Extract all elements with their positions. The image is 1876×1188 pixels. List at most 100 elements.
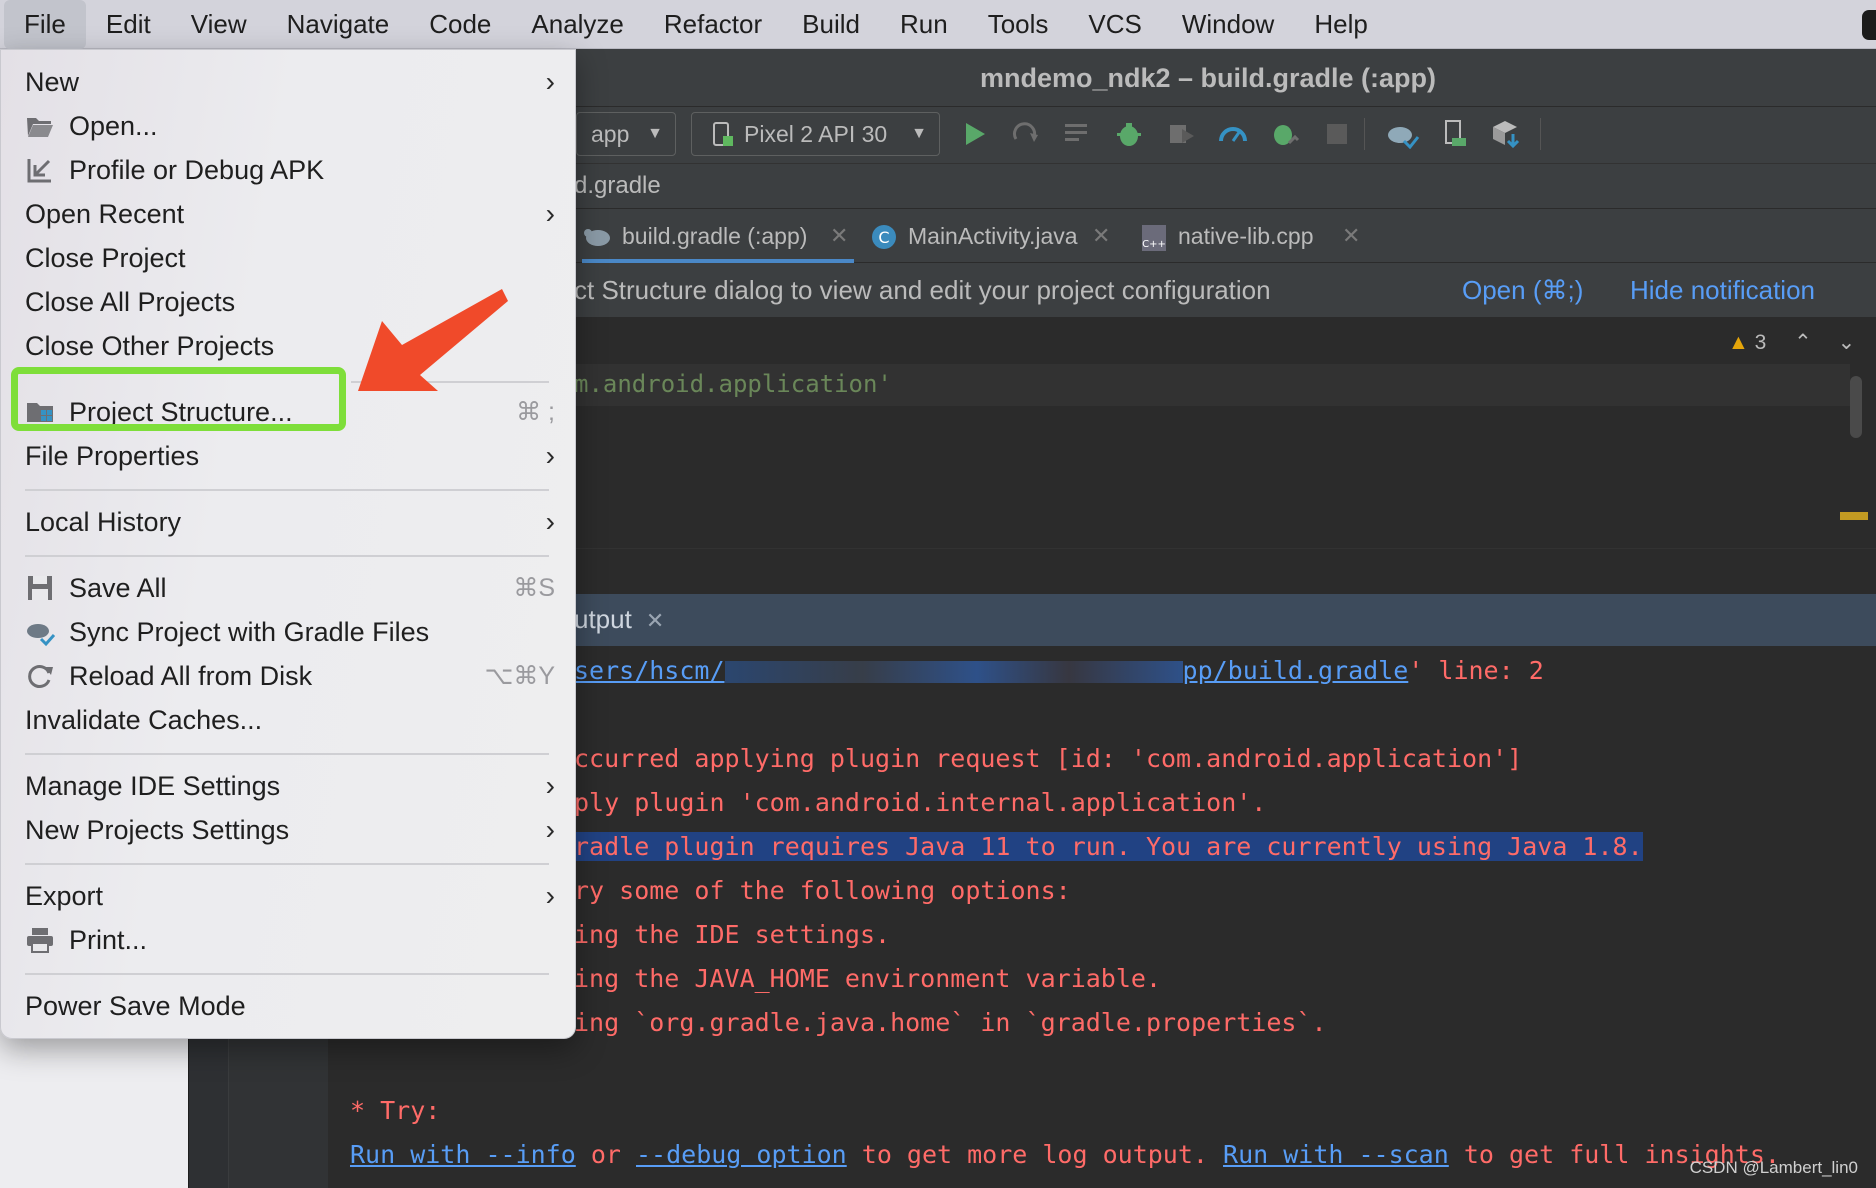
console-line: * Try: <box>350 1096 441 1125</box>
window-title: mndemo_ndk2 – build.gradle (:app) <box>979 63 1437 93</box>
chevron-down-icon: ▼ <box>647 125 663 142</box>
sync-gradle-icon[interactable] <box>1386 117 1420 151</box>
menu-item-close-project[interactable]: Close Project <box>25 238 555 278</box>
menu-item-sync-gradle[interactable]: Sync Project with Gradle Files <box>25 612 555 652</box>
console-line-selected: radle plugin requires Java 11 to run. Yo… <box>574 832 1643 861</box>
device-combo[interactable]: Pixel 2 API 30 ▼ <box>691 112 940 156</box>
annotation-arrow <box>358 289 508 391</box>
apply-code-changes-icon[interactable] <box>1060 117 1094 151</box>
console-text: or <box>575 1140 636 1169</box>
menu-item-print[interactable]: Print... <box>25 920 555 960</box>
breadcrumb[interactable]: d.gradle <box>574 172 661 200</box>
menu-item-profile-debug-apk[interactable]: Profile or Debug APK <box>25 150 555 190</box>
close-icon[interactable]: ✕ <box>646 608 664 633</box>
menu-item-invalidate-caches[interactable]: Invalidate Caches... <box>25 700 555 740</box>
file-menu-dropdown: New › Open... Profile or Debug APK Open … <box>0 49 576 1039</box>
menu-item-label: New <box>25 67 80 97</box>
shortcut-label: ⌘ ; <box>516 398 555 426</box>
save-icon <box>28 576 52 600</box>
menu-separator <box>25 489 549 491</box>
sdk-manager-icon[interactable] <box>1490 117 1524 151</box>
close-icon[interactable]: ✕ <box>830 209 848 263</box>
file-link[interactable]: pp/build.gradle <box>1183 656 1409 685</box>
console-line: ccurred applying plugin request [id: 'co… <box>574 744 1523 773</box>
menu-refactor[interactable]: Refactor <box>644 0 782 49</box>
warning-stripe-marker[interactable] <box>1840 512 1868 520</box>
warning-count: 3 <box>1754 331 1767 354</box>
profiler-gauge-icon[interactable] <box>1216 117 1250 151</box>
avd-manager-icon[interactable] <box>1438 117 1472 151</box>
chevron-down-icon[interactable]: ⌄ <box>1838 331 1856 354</box>
menu-item-label: File Properties <box>25 441 200 471</box>
menu-item-label: Open... <box>69 111 158 141</box>
code-line[interactable]: m.android.application' <box>574 370 892 398</box>
macos-menu-bar: File Edit View Navigate Code Analyze Ref… <box>0 0 1876 49</box>
menu-vcs[interactable]: VCS <box>1068 0 1161 49</box>
run-with-scan-link[interactable]: Run with --scan <box>1223 1140 1449 1169</box>
menu-item-file-properties[interactable]: File Properties › <box>25 436 555 476</box>
profile-icon[interactable] <box>1164 117 1198 151</box>
code-editor[interactable] <box>540 318 1876 548</box>
menu-item-manage-ide-settings[interactable]: Manage IDE Settings › <box>25 766 555 806</box>
run-config-combo[interactable]: app ▼ <box>576 112 676 156</box>
run-with-info-link[interactable]: Run with --info <box>350 1140 576 1169</box>
close-icon[interactable]: ✕ <box>1342 209 1360 263</box>
console-line: sers/hscm/pp/build.gradle' line: 2 <box>574 656 1544 685</box>
inspection-widget[interactable]: ▲ 3 ⌃ ⌄ <box>1728 330 1855 355</box>
console-line: ing `org.gradle.java.home` in `gradle.pr… <box>574 1008 1327 1037</box>
status-icon[interactable] <box>1862 10 1876 40</box>
menu-item-open[interactable]: Open... <box>25 106 555 146</box>
editor-scrollbar[interactable] <box>1850 376 1862 438</box>
console-line: ing the JAVA_HOME environment variable. <box>574 964 1161 993</box>
menu-separator <box>25 863 549 865</box>
menu-build[interactable]: Build <box>782 0 880 49</box>
reload-icon <box>28 665 53 688</box>
menu-run[interactable]: Run <box>880 0 968 49</box>
menu-item-reload-disk[interactable]: Reload All from Disk ⌥⌘Y <box>25 656 555 696</box>
build-output-title: utput <box>574 604 632 634</box>
menu-item-open-recent[interactable]: Open Recent › <box>25 194 555 234</box>
chevron-right-icon: › <box>545 770 555 801</box>
stop-icon[interactable] <box>1320 117 1354 151</box>
menu-item-power-save-mode[interactable]: Power Save Mode <box>25 986 555 1026</box>
navigation-bar <box>540 164 1876 209</box>
tab-build-gradle[interactable]: build.gradle (:app) ✕ <box>582 209 854 263</box>
menu-item-local-history[interactable]: Local History › <box>25 502 555 542</box>
svg-text:C: C <box>878 228 889 247</box>
menu-help[interactable]: Help <box>1294 0 1387 49</box>
debug-icon[interactable] <box>1112 117 1146 151</box>
printer-icon <box>27 928 53 953</box>
chevron-right-icon: › <box>545 198 555 229</box>
menu-item-save-all[interactable]: Save All ⌘S <box>25 568 555 608</box>
menu-window[interactable]: Window <box>1162 0 1294 49</box>
menu-analyze[interactable]: Analyze <box>511 0 644 49</box>
tab-native-lib[interactable]: C++ native-lib.cpp ✕ <box>1140 209 1360 263</box>
warning-icon: ▲ <box>1728 331 1749 354</box>
build-output-tab[interactable]: utput ✕ <box>574 604 664 635</box>
cpp-file-icon: C++ <box>1142 225 1166 251</box>
open-project-structure-link[interactable]: Open (⌘;) <box>1462 275 1583 306</box>
menu-edit[interactable]: Edit <box>86 0 171 49</box>
file-link[interactable]: sers/hscm/ <box>574 656 725 685</box>
hide-notification-link[interactable]: Hide notification <box>1630 275 1815 306</box>
menu-tools[interactable]: Tools <box>968 0 1069 49</box>
menu-view[interactable]: View <box>171 0 267 49</box>
attach-debugger-icon[interactable] <box>1268 117 1302 151</box>
editor-footer <box>540 548 1876 594</box>
chevron-right-icon: › <box>545 506 555 537</box>
menu-code[interactable]: Code <box>409 0 511 49</box>
menu-item-export[interactable]: Export › <box>25 876 555 916</box>
menu-item-new-projects-settings[interactable]: New Projects Settings › <box>25 810 555 850</box>
close-icon[interactable]: ✕ <box>1092 209 1110 263</box>
menu-navigate[interactable]: Navigate <box>267 0 410 49</box>
menu-item-label: Open Recent <box>25 199 185 229</box>
tab-label: MainActivity.java <box>908 223 1078 249</box>
java-class-icon: C <box>872 225 896 249</box>
debug-option-link[interactable]: --debug option <box>636 1140 847 1169</box>
menu-item-new[interactable]: New › <box>25 62 555 102</box>
apply-changes-icon[interactable] <box>1008 117 1042 151</box>
run-icon[interactable] <box>958 117 992 151</box>
tab-main-activity[interactable]: C MainActivity.java ✕ <box>870 209 1110 263</box>
chevron-up-icon[interactable]: ⌃ <box>1794 331 1812 354</box>
menu-file[interactable]: File <box>4 0 86 49</box>
